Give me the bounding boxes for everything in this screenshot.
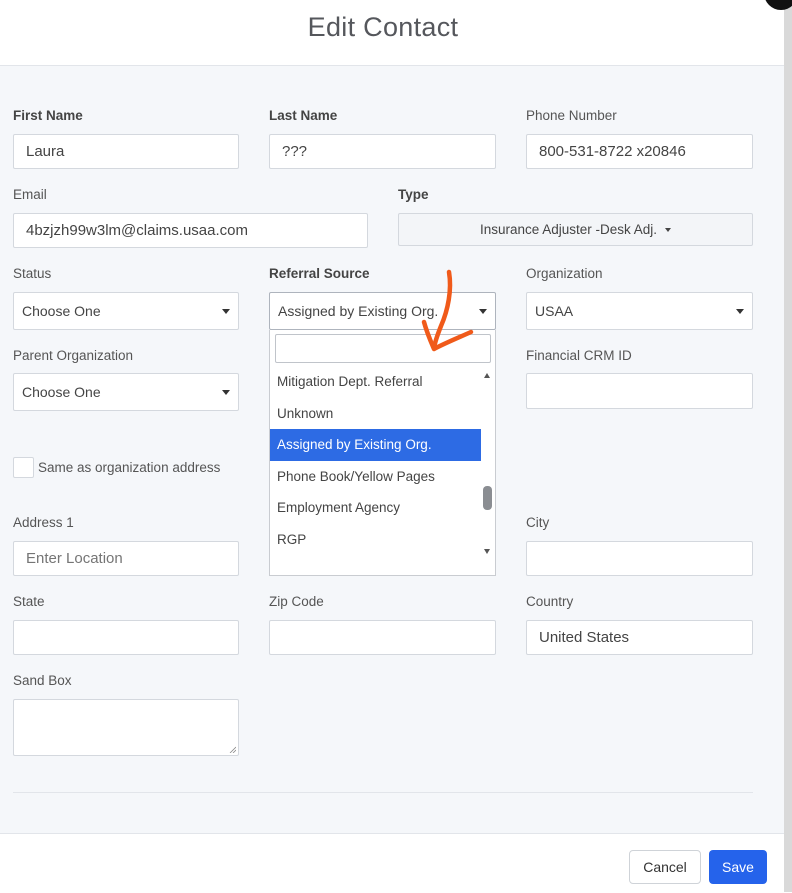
zip-code-label: Zip Code: [269, 594, 324, 609]
same-as-org-address-checkbox[interactable]: [13, 457, 34, 478]
country-input[interactable]: United States: [526, 620, 753, 655]
organization-select[interactable]: USAA: [526, 292, 753, 330]
organization-label: Organization: [526, 266, 603, 281]
edit-contact-modal: Edit Contact First Name Laura Last Name …: [0, 0, 784, 893]
type-select[interactable]: Insurance Adjuster -Desk Adj.: [398, 213, 753, 246]
dropdown-search-input[interactable]: [275, 334, 491, 363]
scroll-up-arrow-icon[interactable]: [484, 373, 490, 378]
save-button[interactable]: Save: [709, 850, 767, 884]
sandbox-textarea[interactable]: [13, 699, 239, 756]
caret-down-icon: [222, 309, 230, 314]
last-name-label: Last Name: [269, 108, 338, 123]
parent-organization-select-value: Choose One: [22, 384, 101, 400]
financial-crm-id-input[interactable]: [526, 373, 753, 409]
dropdown-scrollbar-thumb[interactable]: [483, 486, 492, 510]
zip-code-input[interactable]: [269, 620, 496, 655]
address1-input[interactable]: [13, 541, 239, 576]
city-input[interactable]: [526, 541, 753, 576]
referral-source-label: Referral Source: [269, 266, 370, 281]
cancel-button[interactable]: Cancel: [629, 850, 701, 884]
dropdown-option[interactable]: Mitigation Dept. Referral: [270, 366, 481, 398]
dropdown-option[interactable]: Assigned by Existing Org.: [270, 429, 481, 461]
last-name-input[interactable]: ???: [269, 134, 496, 169]
phone-number-label: Phone Number: [526, 108, 617, 123]
status-select[interactable]: Choose One: [13, 292, 239, 330]
modal-title: Edit Contact: [307, 12, 459, 42]
referral-source-select-value: Assigned by Existing Org.: [278, 303, 439, 319]
form-divider: [13, 792, 753, 793]
status-select-value: Choose One: [22, 303, 101, 319]
address1-label: Address 1: [13, 515, 74, 530]
background-page-edge: [784, 0, 792, 892]
first-name-input[interactable]: Laura: [13, 134, 239, 169]
same-as-org-address-label: Same as organization address: [38, 460, 221, 475]
resize-grip-icon[interactable]: [229, 746, 236, 753]
organization-select-value: USAA: [535, 303, 574, 319]
dropdown-option[interactable]: Unknown: [270, 398, 481, 430]
financial-crm-id-label: Financial CRM ID: [526, 348, 632, 363]
state-label: State: [13, 594, 45, 609]
caret-down-icon: [222, 390, 230, 395]
caret-down-icon: [665, 227, 672, 232]
sandbox-label: Sand Box: [13, 673, 72, 688]
type-select-value: Insurance Adjuster -Desk Adj.: [479, 222, 658, 237]
referral-source-select[interactable]: Assigned by Existing Org.: [269, 292, 496, 330]
email-input[interactable]: 4bzjzh99w3lm@claims.usaa.com: [13, 213, 368, 248]
type-label: Type: [398, 187, 429, 202]
state-input[interactable]: [13, 620, 239, 655]
caret-down-icon: [736, 309, 744, 314]
dropdown-option[interactable]: Phone Book/Yellow Pages: [270, 461, 481, 493]
parent-organization-select[interactable]: Choose One: [13, 373, 239, 411]
scroll-down-arrow-icon[interactable]: [484, 549, 490, 554]
email-label: Email: [13, 187, 47, 202]
dropdown-option[interactable]: Employment Agency: [270, 492, 481, 524]
dropdown-options-list: Mitigation Dept. Referral Unknown Assigned…: [270, 366, 481, 562]
parent-organization-label: Parent Organization: [13, 348, 134, 363]
referral-source-dropdown: Mitigation Dept. Referral Unknown Assigned…: [269, 330, 496, 576]
country-label: Country: [526, 594, 574, 609]
city-label: City: [526, 515, 550, 530]
caret-down-icon: [479, 309, 487, 314]
phone-number-input[interactable]: 800-531-8722 x20846: [526, 134, 753, 169]
dropdown-option[interactable]: RGP: [270, 524, 481, 556]
modal-header: Edit Contact: [0, 0, 784, 66]
first-name-label: First Name: [13, 108, 83, 123]
status-label: Status: [13, 266, 52, 281]
